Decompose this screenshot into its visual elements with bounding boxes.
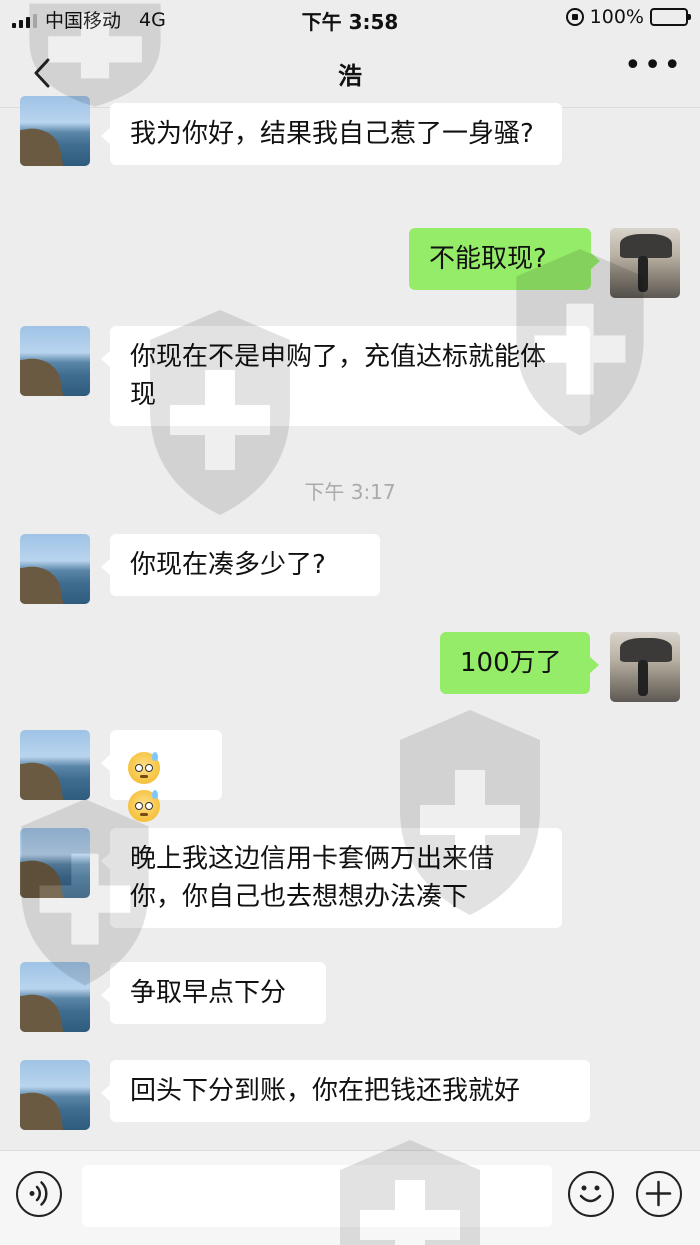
battery-icon	[650, 8, 691, 26]
emoji-button[interactable]	[568, 1171, 614, 1217]
chat-title: 浩	[338, 62, 362, 90]
message-text: 不能取现?	[429, 244, 547, 274]
more-button[interactable]: •••	[624, 51, 681, 86]
status-right: 100%	[565, 6, 691, 28]
message-timestamp: 下午 3:17	[304, 480, 396, 504]
plus-icon	[645, 1180, 672, 1207]
message-text: 晚上我这边信用卡套俩万出来借你，你自己也去想想办法凑下	[130, 844, 495, 912]
message-text: 你现在凑多少了?	[130, 550, 326, 580]
contact-avatar[interactable]	[20, 1060, 90, 1130]
contact-avatar[interactable]	[20, 828, 90, 898]
message-bubble-right[interactable]: 不能取现?	[409, 228, 600, 290]
message-text: 争取早点下分	[130, 978, 287, 1008]
status-bar: 中国移动 4G 下午 3:58 100%	[0, 0, 700, 36]
contact-avatar[interactable]	[20, 962, 90, 1032]
message-text: 100万了	[460, 648, 562, 678]
contact-avatar[interactable]	[20, 534, 90, 604]
contact-avatar[interactable]	[20, 730, 90, 800]
message-text: 回头下分到账，你在把钱还我就好	[130, 1076, 521, 1106]
message-bubble-left[interactable]: 你现在不是申购了，充值达标就能体现	[101, 326, 590, 426]
message-text: 你现在不是申购了，充值达标就能体现	[130, 342, 547, 410]
message-bubble-left[interactable]: 你现在凑多少了?	[101, 534, 380, 596]
message-bubble-right[interactable]: 100万了	[440, 632, 599, 694]
my-avatar[interactable]	[610, 228, 680, 298]
message-input[interactable]	[82, 1165, 552, 1227]
message-bubble-left[interactable]: 我为你好，结果我自己惹了一身骚?	[101, 103, 562, 165]
message-bubble-emoji[interactable]	[101, 730, 222, 822]
nav-bar: 浩 •••	[0, 36, 700, 108]
my-avatar[interactable]	[610, 632, 680, 702]
rotation-lock-icon	[565, 8, 584, 26]
more-actions-button[interactable]	[636, 1171, 682, 1217]
contact-avatar[interactable]	[20, 326, 90, 396]
battery-percent: 100%	[589, 6, 644, 28]
message-bubble-left[interactable]: 晚上我这边信用卡套俩万出来借你，你自己也去想想办法凑下	[101, 828, 562, 928]
input-bar	[0, 1150, 700, 1245]
emoji-icon	[579, 1185, 602, 1203]
message-bubble-left[interactable]: 争取早点下分	[101, 962, 326, 1024]
voice-button[interactable]	[16, 1171, 62, 1217]
voice-icon	[29, 1181, 48, 1206]
message-bubble-left[interactable]: 回头下分到账，你在把钱还我就好	[101, 1060, 590, 1122]
sweat-smile-emoji-icon	[128, 751, 160, 784]
message-text: 我为你好，结果我自己惹了一身骚?	[130, 119, 534, 149]
sweat-smile-emoji-icon	[128, 789, 160, 822]
contact-avatar[interactable]	[20, 96, 90, 166]
